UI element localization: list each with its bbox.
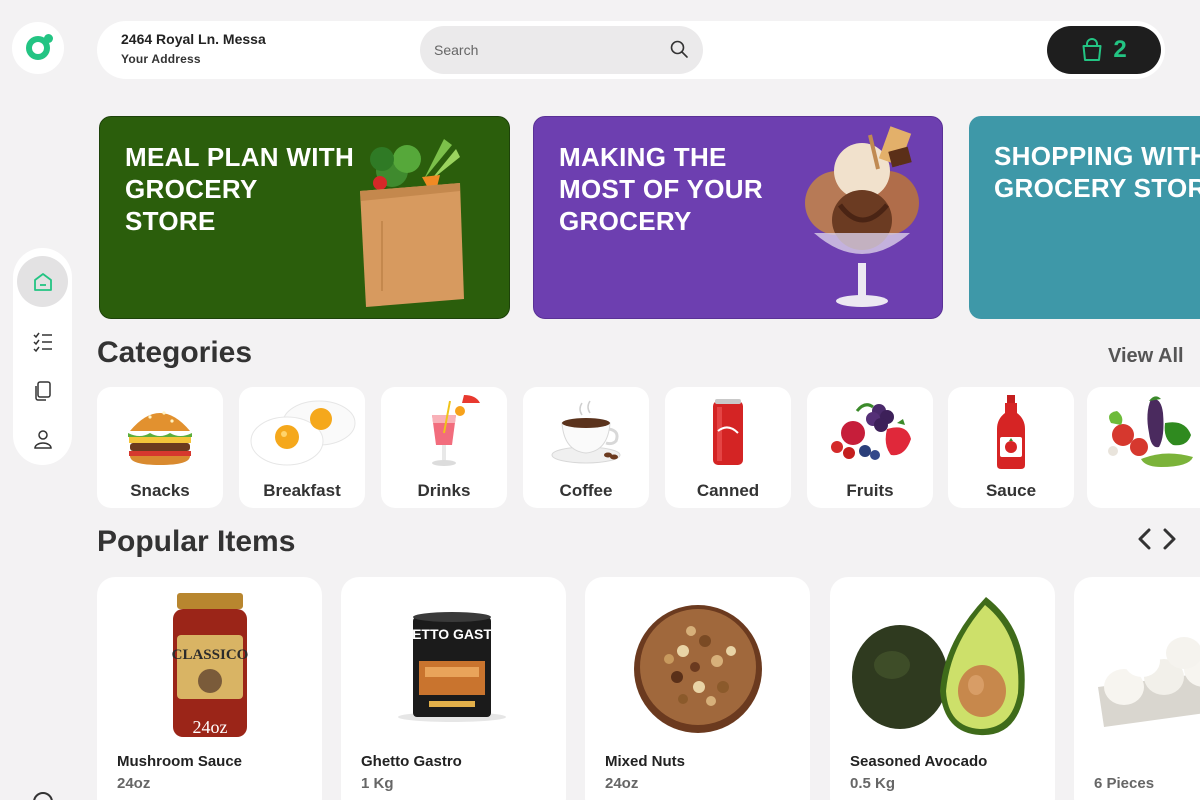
category-card-vegetables[interactable] <box>1087 387 1200 508</box>
product-name: Mushroom Sauce <box>117 753 243 770</box>
jar-brand-text: CLASSICO <box>172 647 249 663</box>
nav-documents[interactable] <box>17 365 68 416</box>
product-card[interactable]: GHETTO GASTRO Ghetto Gastro 1 Kg <box>341 577 566 800</box>
product-quantity: 24oz <box>605 775 639 792</box>
burger-image <box>128 411 192 465</box>
search-bar <box>420 26 703 74</box>
logo-mark <box>26 34 53 60</box>
category-card-canned[interactable]: Canned <box>665 387 791 508</box>
popular-items-title: Popular Items <box>97 525 296 558</box>
product-card[interactable]: Seasoned Avocado 0.5 Kg <box>830 577 1055 800</box>
eggs-carton-image <box>1098 637 1200 727</box>
top-bar: 2464 Royal Ln. Messa Your Address 2 <box>97 21 1165 79</box>
product-card[interactable]: Mixed Nuts 24oz <box>585 577 810 800</box>
banner-making-most[interactable]: MAKING THE MOST OF YOUR GROCERY <box>533 116 943 319</box>
user-icon <box>33 429 52 449</box>
category-card-coffee[interactable]: Coffee <box>523 387 649 508</box>
shopping-bag-icon <box>1082 38 1102 61</box>
ice-cream-sundae-image <box>805 126 919 307</box>
banner-meal-plan[interactable]: MEAL PLAN WITH GROCERY STORE <box>99 116 510 319</box>
product-name: Ghetto Gastro <box>361 753 462 770</box>
category-label: Breakfast <box>263 481 341 500</box>
cart-count: 2 <box>1113 36 1127 63</box>
search-icon[interactable] <box>669 39 689 59</box>
grocery-bag-image <box>360 139 464 307</box>
cart-button[interactable]: 2 <box>1047 26 1161 74</box>
nav-list[interactable] <box>17 316 68 367</box>
chevron-right-icon[interactable] <box>1163 528 1176 550</box>
category-card-fruits[interactable]: Fruits <box>807 387 933 508</box>
banner-title: MAKING THE MOST OF YOUR GROCERY <box>559 142 763 236</box>
category-card-snacks[interactable]: Snacks <box>97 387 223 508</box>
app-logo[interactable] <box>12 22 64 74</box>
product-quantity: 0.5 Kg <box>850 775 896 792</box>
product-quantity: 6 Pieces <box>1094 775 1155 792</box>
pancake-mix-can-image: GHETTO GASTRO <box>391 612 513 722</box>
address-block[interactable]: 2464 Royal Ln. Messa Your Address <box>121 31 266 66</box>
banner-title: SHOPPING WITH GROCERY STORE <box>994 141 1200 203</box>
mixed-nuts-bowl-image <box>634 605 762 733</box>
jar-size-text: 24oz <box>193 717 228 737</box>
product-card[interactable]: 6 Pieces <box>1074 577 1200 800</box>
product-name: Seasoned Avocado <box>850 753 988 770</box>
can-brand-text: GHETTO GASTRO <box>391 626 513 642</box>
category-card-drinks[interactable]: Drinks <box>381 387 507 508</box>
product-quantity: 1 Kg <box>361 775 394 792</box>
category-card-breakfast[interactable]: Breakfast <box>239 387 365 508</box>
view-all-link[interactable]: View All <box>1108 345 1184 368</box>
banner-title: MEAL PLAN WITH GROCERY STORE <box>125 142 355 236</box>
category-label: Fruits <box>846 481 894 500</box>
cocktail-image <box>432 395 480 466</box>
category-card-sauce[interactable]: Sauce <box>948 387 1074 508</box>
chevron-left-icon[interactable] <box>1138 528 1151 550</box>
address-line: 2464 Royal Ln. Messa <box>121 31 266 47</box>
logo-dot <box>44 34 53 43</box>
fried-eggs-image <box>250 400 356 466</box>
category-label: Coffee <box>559 481 613 500</box>
product-card[interactable]: CLASSICO 24oz Mushroom Sauce 24oz <box>97 577 322 800</box>
cola-can-image <box>713 399 743 465</box>
carousel-arrows <box>1138 528 1176 550</box>
documents-icon <box>34 380 51 401</box>
logout-icon[interactable] <box>33 792 53 800</box>
category-label: Drinks <box>417 481 471 500</box>
list-icon <box>32 332 52 352</box>
sidebar-nav <box>13 248 72 465</box>
vegetables-image <box>1108 396 1193 467</box>
pasta-sauce-jar-image: CLASSICO 24oz <box>172 593 249 737</box>
categories-title: Categories <box>97 336 253 369</box>
home-icon <box>33 272 52 291</box>
category-label: Sauce <box>985 481 1037 500</box>
nav-profile[interactable] <box>17 413 68 464</box>
address-caption: Your Address <box>121 52 201 66</box>
coffee-cup-image <box>551 400 621 464</box>
product-name: Mixed Nuts <box>605 753 686 770</box>
ketchup-bottle-image <box>997 395 1025 469</box>
berries-image <box>831 403 911 460</box>
category-label: Canned <box>696 481 760 500</box>
search-input[interactable] <box>434 26 654 74</box>
avocado-image <box>852 597 1025 736</box>
nav-home[interactable] <box>17 256 68 307</box>
product-quantity: 24oz <box>117 775 151 792</box>
category-label: Snacks <box>130 481 190 500</box>
banner-shopping[interactable]: SHOPPING WITH GROCERY STORE <box>969 116 1200 319</box>
